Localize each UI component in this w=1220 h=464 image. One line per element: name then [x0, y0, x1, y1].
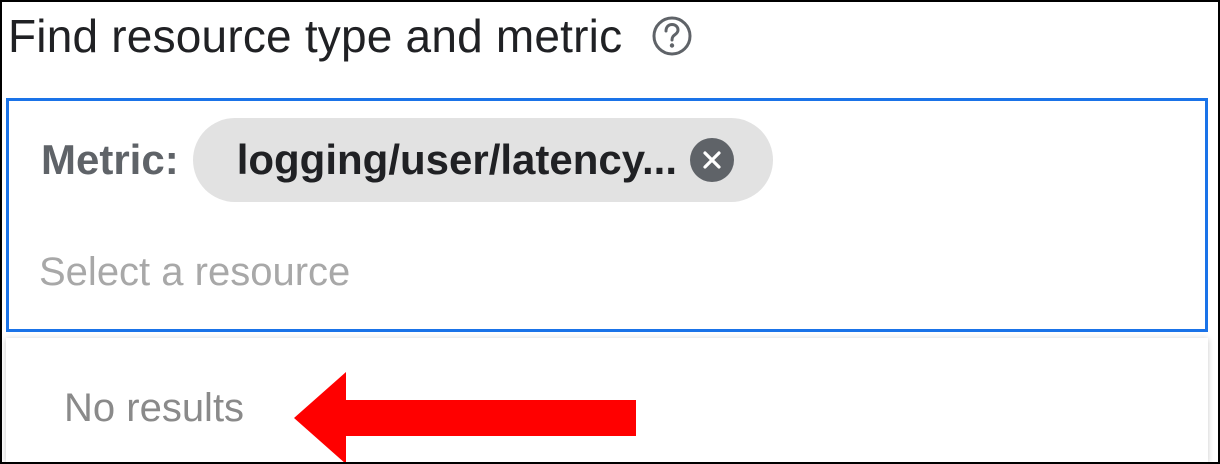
close-icon[interactable] [689, 137, 735, 183]
resource-search-input[interactable] [39, 241, 1039, 303]
resource-metric-picker[interactable]: Metric: logging/user/latency... [6, 98, 1208, 332]
metric-selector-panel: Find resource type and metric Metric: lo… [0, 0, 1220, 464]
metric-chip[interactable]: logging/user/latency... [192, 118, 774, 202]
panel-header: Find resource type and metric [8, 6, 694, 66]
help-icon[interactable] [650, 14, 694, 58]
metric-filter-row: Metric: logging/user/latency... [41, 117, 774, 203]
no-results-message: No results [64, 386, 245, 430]
metric-label: Metric: [41, 136, 179, 183]
metric-chip-label: logging/user/latency... [236, 136, 678, 183]
arrow-left-icon [294, 372, 636, 462]
panel-title: Find resource type and metric [8, 10, 623, 62]
